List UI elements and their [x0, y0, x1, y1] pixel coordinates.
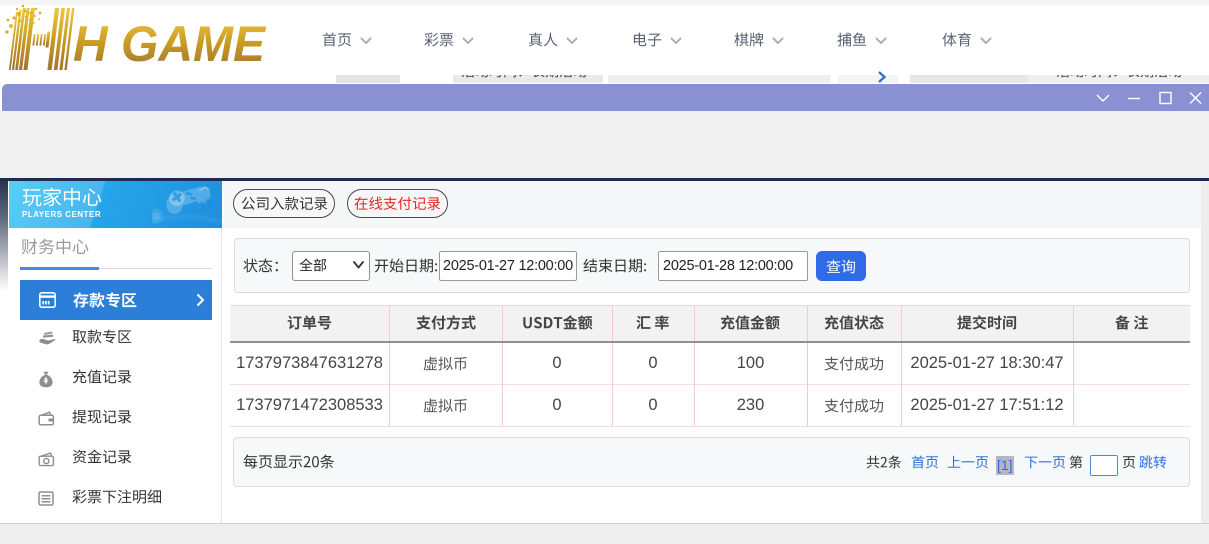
svg-text:H GAME: H GAME — [73, 16, 267, 72]
